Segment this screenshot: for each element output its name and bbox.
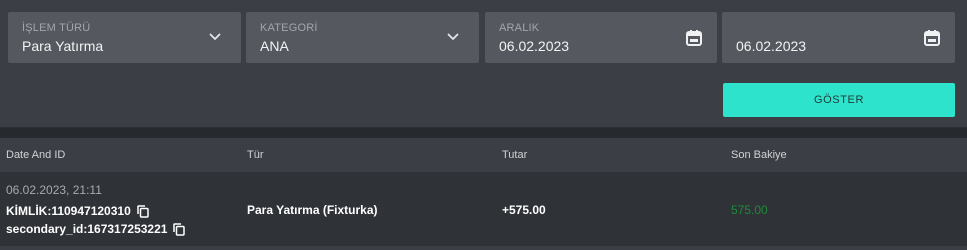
islem-turu-value: Para Yatırma <box>22 38 104 54</box>
islem-turu-label: İŞLEM TÜRÜ <box>22 22 91 34</box>
secondary-id-value: secondary_id:167317253221 <box>6 222 168 236</box>
kategori-value: ANA <box>260 38 289 54</box>
aralik-label: ARALIK <box>499 22 540 34</box>
column-header-son-bakiye: Son Bakiye <box>731 149 787 161</box>
row-secondary-id: secondary_id:167317253221 <box>6 222 186 236</box>
column-header-date-id: Date And ID <box>6 149 66 161</box>
row-tur: Para Yatırma (Fixturka) <box>247 203 378 217</box>
chevron-down-icon <box>209 33 221 40</box>
kategori-select[interactable]: KATEGORİ ANA <box>246 12 479 63</box>
row-divider <box>0 246 967 250</box>
islem-turu-select[interactable]: İŞLEM TÜRÜ Para Yatırma <box>8 12 241 63</box>
aralik-end-value: 06.02.2023 <box>736 38 807 54</box>
column-header-tur: Tür <box>247 149 264 161</box>
calendar-icon[interactable] <box>685 29 703 47</box>
row-kimlik: KİMLİK:110947120310 <box>6 204 149 218</box>
kimlik-value: KİMLİK:110947120310 <box>6 204 131 218</box>
row-date: 06.02.2023, 21:11 <box>6 183 102 197</box>
kategori-label: KATEGORİ <box>260 22 318 34</box>
copy-icon[interactable] <box>137 204 149 218</box>
aralik-start-value: 06.02.2023 <box>499 38 570 54</box>
aralik-end-date-field[interactable]: 06.02.2023 <box>722 12 955 63</box>
chevron-down-icon <box>447 33 459 40</box>
calendar-icon[interactable] <box>923 29 941 47</box>
aralik-start-date-field[interactable]: ARALIK 06.02.2023 <box>485 12 717 63</box>
table-row: 06.02.2023, 21:11 KİMLİK:110947120310 se… <box>0 172 967 246</box>
show-button[interactable]: GÖSTER <box>723 83 955 117</box>
column-header-tutar: Tutar <box>502 149 528 161</box>
row-son-bakiye: 575.00 <box>731 203 768 217</box>
row-tutar: +575.00 <box>502 203 546 217</box>
copy-icon[interactable] <box>173 222 186 236</box>
filter-panel: İŞLEM TÜRÜ Para Yatırma KATEGORİ ANA ARA… <box>0 0 967 128</box>
table-header: Date And ID Tür Tutar Son Bakiye <box>0 138 967 172</box>
